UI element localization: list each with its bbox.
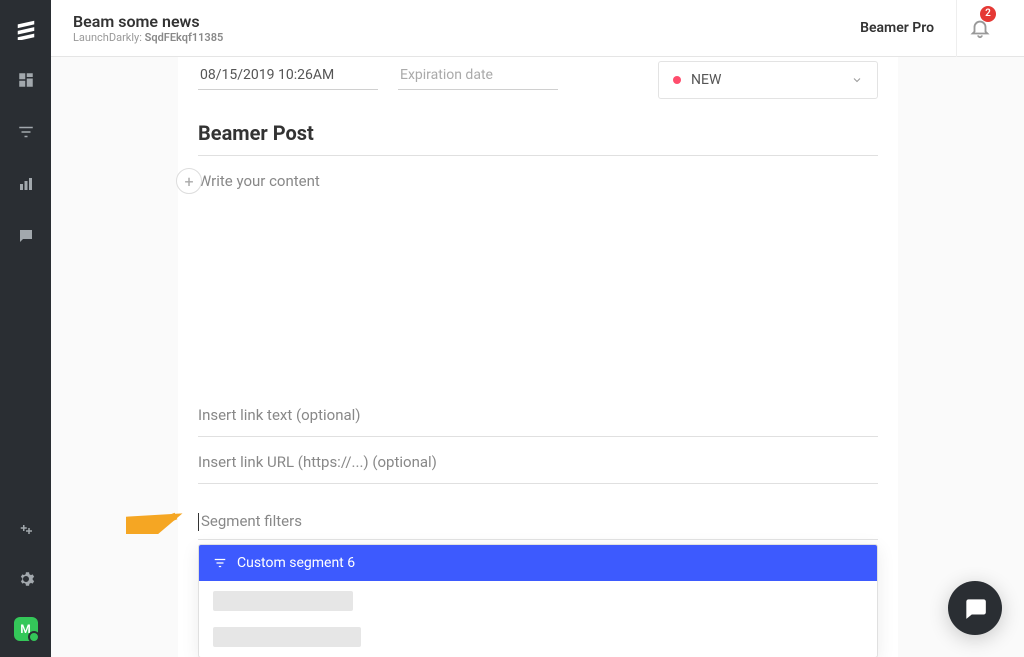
segment-option-blurred[interactable] xyxy=(213,591,353,611)
plan-label[interactable]: Beamer Pro xyxy=(860,20,934,36)
notifications-button[interactable]: 2 xyxy=(956,0,1002,57)
expiration-date-field[interactable]: Expiration date xyxy=(398,61,558,90)
main-content: 08/15/2019 10:26AM Expiration date NEW B… xyxy=(51,57,1024,657)
topbar: Beam some news LaunchDarkly: SqdFEkqf113… xyxy=(51,0,1024,57)
nav-analytics[interactable] xyxy=(16,174,36,194)
segment-option-selected[interactable]: Custom segment 6 xyxy=(199,545,877,581)
section-title: Beamer Post xyxy=(198,121,878,156)
link-text-input[interactable]: Insert link text (optional) xyxy=(198,394,878,437)
nav-feedback[interactable] xyxy=(16,226,36,246)
filter-icon xyxy=(213,556,227,570)
link-url-input[interactable]: Insert link URL (https://...) (optional) xyxy=(198,441,878,484)
subtitle-value: SqdFEkqf11385 xyxy=(145,31,224,44)
chevron-down-icon xyxy=(851,74,863,86)
user-avatar[interactable]: M xyxy=(14,617,38,641)
chat-widget-button[interactable] xyxy=(948,581,1002,635)
segment-filters-input[interactable]: Segment filters xyxy=(198,504,878,540)
category-dot-icon xyxy=(673,76,681,84)
segment-placeholder: Segment filters xyxy=(201,512,302,530)
publish-date-field[interactable]: 08/15/2019 10:26AM xyxy=(198,61,378,90)
app-logo xyxy=(15,0,37,58)
chat-icon xyxy=(962,595,988,621)
post-editor-card: 08/15/2019 10:26AM Expiration date NEW B… xyxy=(178,57,898,657)
pointer-arrow-icon xyxy=(126,506,188,534)
nav-dashboard[interactable] xyxy=(16,70,36,90)
add-block-button[interactable]: + xyxy=(176,168,202,194)
page-title: Beam some news xyxy=(73,12,223,31)
sidebar: M xyxy=(0,0,51,657)
sidebar-nav xyxy=(16,58,36,246)
content-editor[interactable]: Write your content xyxy=(198,172,878,190)
page-subtitle: LaunchDarkly: SqdFEkqf11385 xyxy=(73,31,223,44)
subtitle-label: LaunchDarkly: xyxy=(73,31,142,44)
nav-settings[interactable] xyxy=(16,569,36,589)
segment-option-blurred[interactable] xyxy=(213,627,361,647)
segment-dropdown: Custom segment 6 xyxy=(198,544,878,657)
category-label: NEW xyxy=(691,72,721,88)
notification-count: 2 xyxy=(980,6,996,22)
content-editor-body[interactable] xyxy=(198,190,878,390)
nav-integrations[interactable] xyxy=(16,521,36,541)
segment-option-label: Custom segment 6 xyxy=(237,555,355,571)
nav-filter[interactable] xyxy=(16,122,36,142)
category-select[interactable]: NEW xyxy=(658,61,878,99)
avatar-initial: M xyxy=(20,622,31,636)
